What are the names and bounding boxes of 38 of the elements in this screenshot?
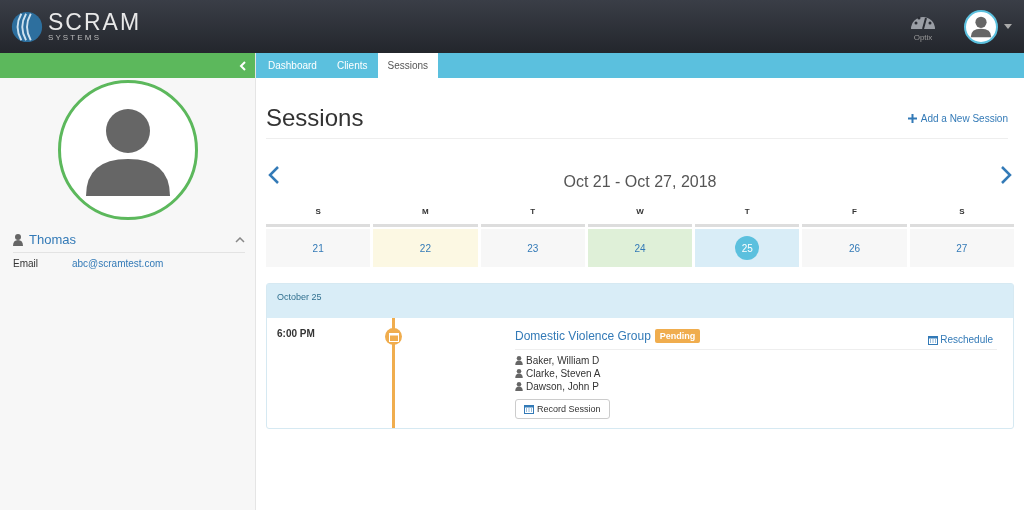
field-label: Email bbox=[13, 258, 39, 269]
person-icon bbox=[13, 233, 23, 246]
calendar-icon bbox=[524, 404, 534, 414]
caret-icon[interactable] bbox=[1004, 24, 1012, 29]
record-session-button[interactable]: Record Session bbox=[515, 399, 610, 419]
client-name: Dawson, John P bbox=[526, 380, 599, 393]
tab[interactable]: Sessions bbox=[377, 53, 439, 78]
day-cell[interactable]: 22 bbox=[373, 229, 478, 267]
logo-icon bbox=[10, 9, 44, 44]
next-week-icon[interactable] bbox=[1000, 166, 1012, 184]
optix-button[interactable]: Optix bbox=[910, 11, 936, 42]
add-session-link[interactable]: Add a New Session bbox=[907, 112, 1008, 124]
day-cell[interactable]: 26 bbox=[802, 229, 907, 267]
logo-subtitle: S Y S T E M S bbox=[48, 34, 100, 42]
day-cell[interactable]: 24 bbox=[587, 229, 693, 267]
user-avatar[interactable] bbox=[964, 9, 998, 44]
session-title-link[interactable]: Domestic Violence Group bbox=[515, 328, 651, 343]
person-icon bbox=[515, 382, 523, 391]
person-icon bbox=[515, 369, 523, 378]
day-cell[interactable]: 23 bbox=[480, 229, 585, 267]
date-range: Oct 21 - Oct 27, 2018 bbox=[563, 173, 717, 191]
email-link[interactable]: abc@scramtest.com bbox=[72, 258, 164, 269]
previous-week-icon[interactable] bbox=[268, 166, 280, 184]
client-name: Clarke, Steven A bbox=[526, 367, 601, 380]
client-name: Thomas bbox=[29, 232, 77, 247]
chevron-icon[interactable] bbox=[235, 236, 245, 243]
agenda-date: October 25 bbox=[277, 292, 322, 302]
client-name: Baker, William D bbox=[526, 354, 600, 367]
calendar-icon bbox=[928, 334, 939, 345]
person-icon bbox=[515, 356, 523, 365]
logo-text: SCRAM bbox=[48, 11, 142, 34]
day-cell[interactable]: 27 bbox=[909, 229, 1014, 267]
session-time: 6:00 PM bbox=[276, 327, 316, 341]
plus-icon bbox=[907, 113, 917, 123]
reschedule-link[interactable]: Reschedule bbox=[928, 334, 993, 345]
status-badge: Pending bbox=[654, 328, 701, 343]
page-title: Sessions bbox=[266, 104, 364, 132]
day-cell[interactable]: 21 bbox=[266, 229, 371, 267]
